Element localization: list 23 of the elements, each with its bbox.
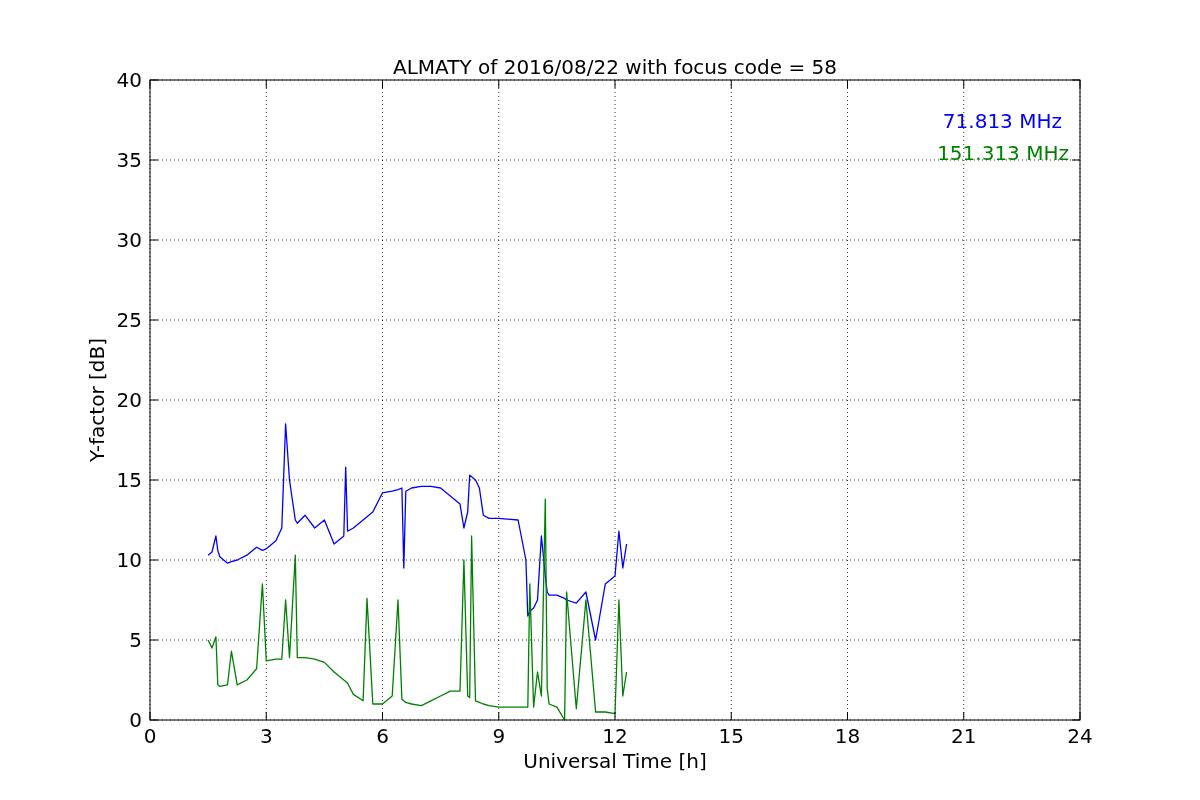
y-tick-label: 20 (116, 388, 142, 412)
x-tick-label: 12 (602, 724, 628, 748)
y-tick-label: 30 (116, 228, 142, 252)
x-tick-label: 9 (492, 724, 506, 748)
x-tick-label: 15 (718, 724, 744, 748)
chart-title: ALMATY of 2016/08/22 with focus code = 58 (393, 55, 837, 79)
x-tick-label: 0 (143, 724, 157, 748)
x-tick-label: 24 (1067, 724, 1093, 748)
x-axis-label: Universal Time [h] (523, 749, 707, 773)
y-tick-label: 40 (116, 68, 142, 92)
x-tick-label: 6 (376, 724, 389, 748)
y-axis-label: Y-factor [dB] (85, 338, 109, 462)
legend-label: 71.813 MHz (942, 109, 1062, 133)
y-tick-label: 0 (129, 708, 142, 732)
y-tick-label: 5 (129, 628, 142, 652)
legend-label: 151.313 MHz (937, 141, 1069, 165)
y-tick-label: 25 (116, 308, 142, 332)
y-tick-label: 35 (116, 148, 142, 172)
y-tick-label: 15 (116, 468, 142, 492)
x-tick-label: 3 (259, 724, 273, 748)
x-tick-label: 18 (834, 724, 861, 748)
y-tick-label: 10 (116, 548, 142, 572)
x-tick-label: 21 (951, 724, 977, 748)
